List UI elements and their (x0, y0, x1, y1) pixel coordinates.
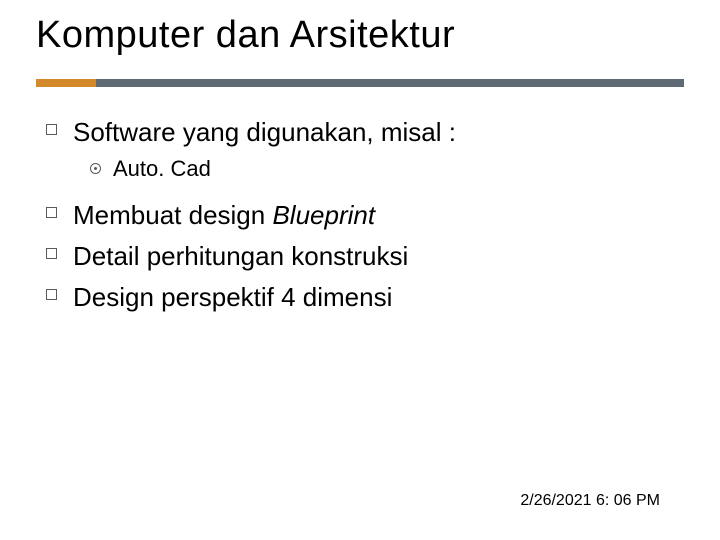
list-item-text-pre: Membuat design (73, 200, 272, 230)
list-item-text: Software yang digunakan, misal : (73, 115, 456, 150)
sub-list-item-text: Auto. Cad (113, 156, 211, 182)
list-item: Detail perhitungan konstruksi (46, 239, 684, 274)
slide-title: Komputer dan Arsitektur (36, 14, 684, 57)
square-bullet-icon (46, 207, 57, 218)
list-item: Membuat design Blueprint (46, 198, 684, 233)
sub-list: Auto. Cad (90, 156, 684, 182)
dot-bullet-icon (90, 163, 101, 174)
list-item-text: Design perspektif 4 dimensi (73, 280, 392, 315)
list-item-text: Detail perhitungan konstruksi (73, 239, 408, 274)
rule-accent (36, 79, 96, 87)
square-bullet-icon (46, 124, 57, 135)
content-area: Software yang digunakan, misal : Auto. C… (36, 115, 684, 315)
list-item-text-em: Blueprint (272, 200, 375, 230)
slide: Komputer dan Arsitektur Software yang di… (0, 0, 720, 540)
square-bullet-icon (46, 248, 57, 259)
rule-main (96, 79, 684, 87)
title-rule (36, 79, 684, 87)
footer-timestamp: 2/26/2021 6: 06 PM (520, 492, 660, 510)
list-item-text: Membuat design Blueprint (73, 198, 375, 233)
list-item: Design perspektif 4 dimensi (46, 280, 684, 315)
list-item: Software yang digunakan, misal : (46, 115, 684, 150)
square-bullet-icon (46, 289, 57, 300)
sub-list-item: Auto. Cad (90, 156, 684, 182)
